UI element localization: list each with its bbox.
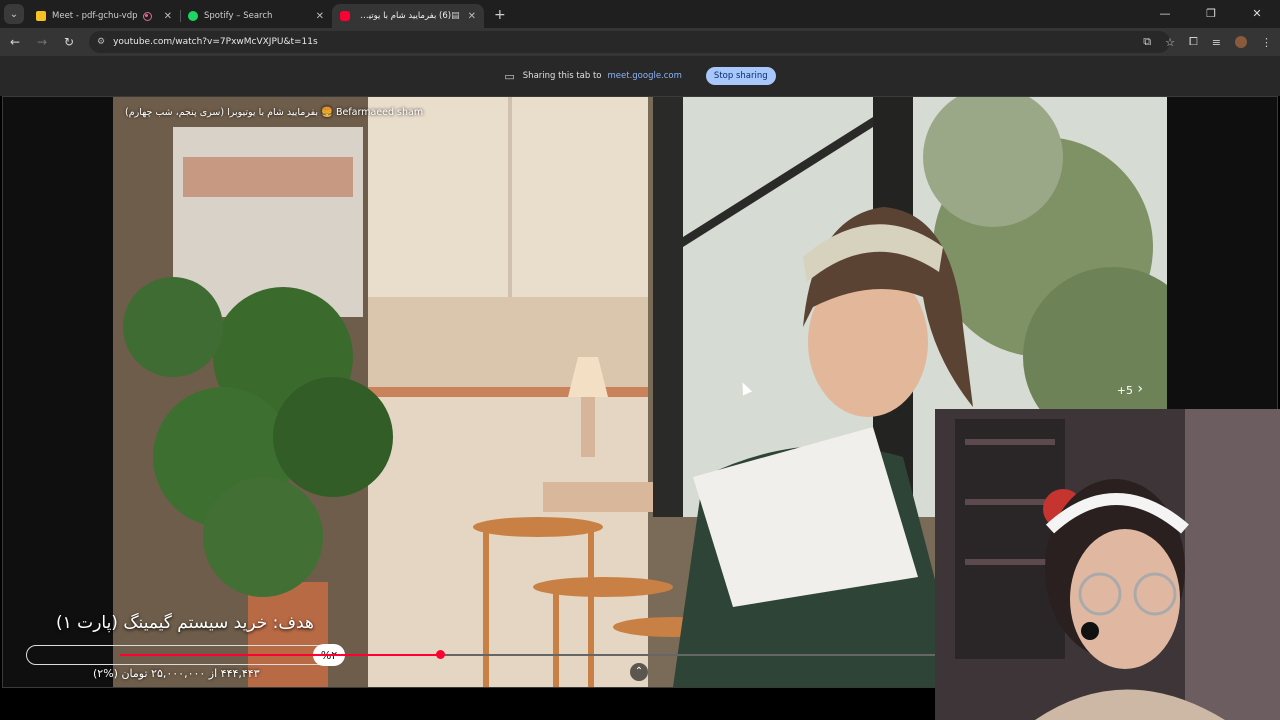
- close-tab-icon[interactable]: ✕: [468, 11, 476, 22]
- forward-icon[interactable]: →: [30, 35, 54, 49]
- close-tab-icon[interactable]: ✕: [316, 11, 324, 22]
- goal-title: هدف: خرید سیستم گیمینگ (پارت ۱): [56, 613, 314, 633]
- tab-search-button[interactable]: ⌄: [4, 4, 24, 24]
- bookmark-star-icon[interactable]: ☆: [1165, 36, 1175, 49]
- reading-list-icon[interactable]: ≡: [1212, 36, 1221, 49]
- spotify-favicon: [188, 11, 198, 21]
- chevron-right-icon[interactable]: ›: [1137, 381, 1143, 397]
- restore-icon[interactable]: ❐: [1188, 0, 1234, 28]
- site-info-icon[interactable]: ⚙: [97, 37, 105, 47]
- video-title-overlay: بفرمایید شام با یوتیوبرا (سری پنجم، شب چ…: [125, 107, 424, 118]
- cast-icon[interactable]: ⧉: [1143, 35, 1151, 49]
- menu-kebab-icon[interactable]: ⋮: [1261, 36, 1272, 49]
- video-progress-played[interactable]: [120, 654, 440, 656]
- media-playing-icon[interactable]: ▤: [451, 11, 460, 21]
- tab-title: (6) بفرمایید شام با یوتیوبرا (...: [356, 11, 452, 21]
- stop-sharing-button[interactable]: Stop sharing: [705, 67, 776, 85]
- toolbar-actions: ⧉ ☆ ⧠ ≡ ⋮: [1143, 28, 1272, 56]
- close-window-icon[interactable]: ✕: [1234, 0, 1280, 28]
- youtube-favicon: [340, 11, 350, 21]
- tab-strip: ⌄ Meet - pdf-gchu-vdp ✕ Spotify – Search…: [0, 0, 1280, 28]
- url-text: youtube.com/watch?v=7PxwMcVXJPU&t=11s: [113, 37, 318, 47]
- profile-avatar[interactable]: [1235, 36, 1247, 48]
- address-bar[interactable]: ⚙ youtube.com/watch?v=7PxwMcVXJPU&t=11s: [89, 31, 1170, 53]
- webcam-overlay: [935, 409, 1280, 720]
- sharing-host-link[interactable]: meet.google.com: [608, 71, 682, 81]
- tab-spotify[interactable]: Spotify – Search ✕: [180, 4, 332, 28]
- webcam-image: [935, 409, 1280, 720]
- tab-meet[interactable]: Meet - pdf-gchu-vdp ✕: [28, 4, 180, 28]
- close-tab-icon[interactable]: ✕: [164, 11, 172, 22]
- window-controls: — ❐ ✕: [1142, 0, 1280, 28]
- meet-favicon: [36, 11, 46, 21]
- recording-icon: [142, 11, 152, 21]
- minimize-icon[interactable]: —: [1142, 0, 1188, 28]
- photo-count-badge: +5: [1116, 384, 1133, 397]
- tab-youtube[interactable]: (6) بفرمایید شام با یوتیوبرا (... ▤ ✕: [332, 4, 484, 28]
- tab-title: Meet - pdf-gchu-vdp: [52, 11, 138, 21]
- new-tab-button[interactable]: +: [494, 7, 506, 23]
- reload-icon[interactable]: ↻: [57, 35, 81, 49]
- chevron-up-icon[interactable]: ⌃: [630, 663, 648, 681]
- video-progress-remaining[interactable]: [441, 654, 936, 656]
- screen-share-icon: ▭: [504, 69, 515, 83]
- back-icon[interactable]: ←: [3, 35, 27, 49]
- browser-toolbar: ← → ↻ ⚙ youtube.com/watch?v=7PxwMcVXJPU&…: [0, 28, 1280, 56]
- tab-title: Spotify – Search: [204, 11, 273, 21]
- goal-amount-text: ۴۴۴,۴۴۳ از ۲۵,۰۰۰,۰۰۰ تومان (%۲): [93, 667, 260, 680]
- sharing-text: Sharing this tab to: [522, 71, 602, 81]
- video-scrubber-handle[interactable]: [436, 650, 445, 659]
- extensions-icon[interactable]: ⧠: [1189, 35, 1198, 49]
- tab-sharing-bar: ▭ Sharing this tab to meet.google.com St…: [0, 56, 1280, 96]
